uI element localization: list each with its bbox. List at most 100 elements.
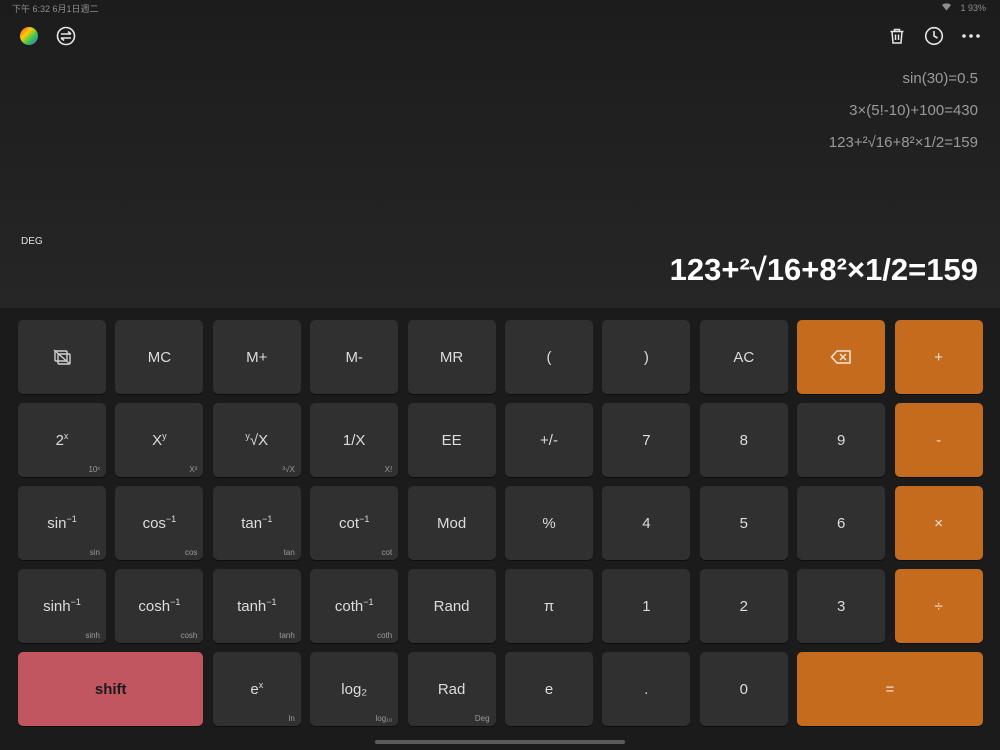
atan-key[interactable]: tan−1 tan (212, 486, 301, 560)
key-label-main: + (934, 348, 943, 366)
history-clock-icon[interactable] (920, 22, 948, 50)
six-key[interactable]: 6 (797, 486, 886, 560)
open-paren-key[interactable]: ( (505, 320, 593, 394)
key-label-superscript: y (162, 431, 167, 441)
y-root-x-key[interactable]: y√X ³√X (212, 403, 301, 477)
key-label-main: cosh (138, 598, 171, 615)
key-label-main: π (543, 597, 555, 615)
key-label-main: tan (241, 515, 263, 532)
mc-key[interactable]: MC (115, 320, 204, 394)
m-plus-key[interactable]: M+ (212, 320, 301, 394)
eight-key[interactable]: 8 (699, 403, 788, 477)
home-indicator[interactable] (375, 740, 625, 744)
reciprocal-key[interactable]: 1/X X! (310, 403, 399, 477)
asin-key[interactable]: sin−1 sin (18, 486, 106, 560)
key-label: × (934, 515, 943, 532)
close-paren-key[interactable]: ) (602, 320, 691, 394)
mr-key[interactable]: MR (407, 320, 496, 394)
key-label: AC (733, 349, 754, 366)
atanh-key[interactable]: tanh−1 tanh (212, 569, 301, 643)
history-line[interactable]: 123+²√16+8²×1/2=159 (829, 134, 978, 151)
log2-key[interactable]: log₂ log₁₀ (310, 652, 399, 726)
key-secondary-label: X² (189, 465, 198, 474)
key-label: ÷ (934, 598, 942, 615)
key-label-main: Mod (437, 514, 467, 532)
key-label-main: sinh (43, 598, 71, 615)
trash-icon[interactable] (883, 22, 911, 50)
acoth-key[interactable]: coth−1 coth (310, 569, 399, 643)
key-label: Rand (434, 598, 470, 615)
key-label: log₂ (341, 681, 367, 698)
swap-icon[interactable] (52, 22, 80, 50)
more-icon[interactable] (957, 22, 985, 50)
percent-key[interactable]: % (505, 486, 593, 560)
zero-key[interactable]: 0 (699, 652, 788, 726)
wifi-icon (941, 2, 952, 13)
key-label: MC (148, 349, 171, 366)
two-key[interactable]: 2 (699, 569, 788, 643)
rad-key[interactable]: Rad Deg (407, 652, 496, 726)
key-label: - (936, 432, 941, 449)
key-label-main: ÷ (934, 597, 943, 615)
key-label: sinh−1 (43, 597, 81, 615)
ac-key[interactable]: AC (699, 320, 788, 394)
rand-key[interactable]: Rand (407, 569, 496, 643)
key-label-main: × (934, 514, 943, 532)
key-secondary-label: X! (384, 465, 393, 474)
mod-key[interactable]: Mod (407, 486, 496, 560)
key-label: 4 (642, 515, 650, 532)
key-label: EE (442, 432, 462, 449)
four-key[interactable]: 4 (602, 486, 691, 560)
key-label-main: 3 (837, 597, 846, 615)
acosh-key[interactable]: cosh−1 cosh (115, 569, 204, 643)
nine-key[interactable]: 9 (797, 403, 886, 477)
plus-key[interactable]: + (894, 320, 983, 394)
key-secondary-label: tan (283, 548, 295, 557)
acot-key[interactable]: cot−1 cot (310, 486, 399, 560)
key-label-main: tanh (237, 598, 267, 615)
key-label-main: log₂ (341, 680, 368, 698)
key-secondary-label: cosh (180, 631, 198, 640)
one-key[interactable]: 1 (602, 569, 691, 643)
pi-key[interactable]: π (505, 569, 593, 643)
plus-minus-key[interactable]: +/- (505, 403, 593, 477)
key-label: = (886, 681, 895, 698)
x-pow-y-key[interactable]: Xy X² (115, 403, 204, 477)
key-label-main: Rand (433, 597, 470, 615)
key-label: MR (440, 349, 463, 366)
five-key[interactable]: 5 (699, 486, 788, 560)
history-line[interactable]: 3×(5!-10)+100=430 (849, 102, 978, 119)
backspace-icon (830, 349, 852, 365)
shift-key[interactable]: shift (18, 652, 204, 726)
key-label-main: = (885, 680, 895, 698)
ee-key[interactable]: EE (407, 403, 496, 477)
key-label-main: 5 (739, 514, 748, 532)
e-const-key[interactable]: e (505, 652, 593, 726)
status-bar-right: 1 93% (941, 2, 986, 13)
minus-key[interactable]: - (894, 403, 983, 477)
asinh-key[interactable]: sinh−1 sinh (18, 569, 106, 643)
three-key[interactable]: 3 (797, 569, 886, 643)
key-label-main: 9 (837, 431, 846, 449)
m-minus-key[interactable]: M- (310, 320, 399, 394)
decimal-key[interactable]: . (602, 652, 691, 726)
backspace-key[interactable] (797, 320, 886, 394)
key-label-main: ( (546, 348, 552, 366)
key-label: % (542, 515, 555, 532)
equals-key[interactable]: = (797, 652, 983, 726)
divide-key[interactable]: ÷ (894, 569, 983, 643)
key-label-main: ) (643, 348, 649, 366)
key-label-main: MC (147, 348, 172, 366)
history-line[interactable]: sin(30)=0.5 (903, 70, 978, 87)
key-label-main: M- (345, 348, 363, 366)
hide-history-key[interactable] (18, 320, 106, 394)
two-pow-x-key[interactable]: 2x 10ˣ (18, 403, 106, 477)
seven-key[interactable]: 7 (602, 403, 691, 477)
key-label-main: e (544, 680, 554, 698)
acos-key[interactable]: cos−1 cos (115, 486, 204, 560)
multiply-key[interactable]: × (894, 486, 983, 560)
e-pow-x-key[interactable]: ex ln (212, 652, 301, 726)
key-label: π (544, 598, 554, 615)
key-label: 1 (642, 598, 650, 615)
color-wheel-icon[interactable] (15, 22, 43, 50)
